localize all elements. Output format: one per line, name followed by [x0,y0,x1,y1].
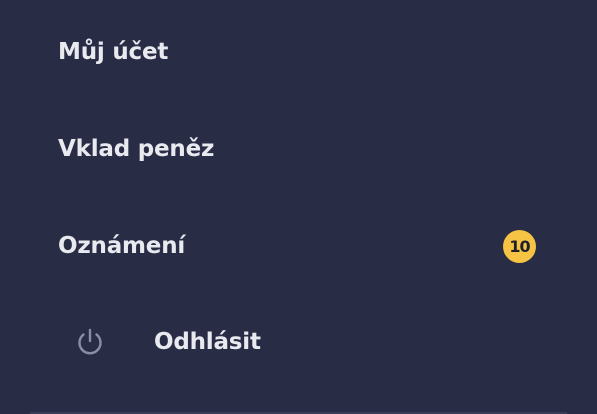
menu-item-my-account[interactable]: Můj účet [58,34,168,70]
menu-item-label: Vklad peněz [58,136,215,162]
logout-button[interactable]: Odhlásit [70,324,261,360]
menu-item-deposit[interactable]: Vklad peněz [58,131,214,167]
power-icon [70,322,110,362]
notification-count-badge: 10 [503,230,536,263]
account-menu: Můj účet Vklad peněz Oznámení 10 Odhlási… [0,0,597,414]
logout-label: Odhlásit [154,329,261,355]
menu-item-label: Oznámení [58,233,186,259]
menu-item-notifications[interactable]: Oznámení 10 [58,228,538,264]
menu-item-label: Můj účet [58,39,169,65]
